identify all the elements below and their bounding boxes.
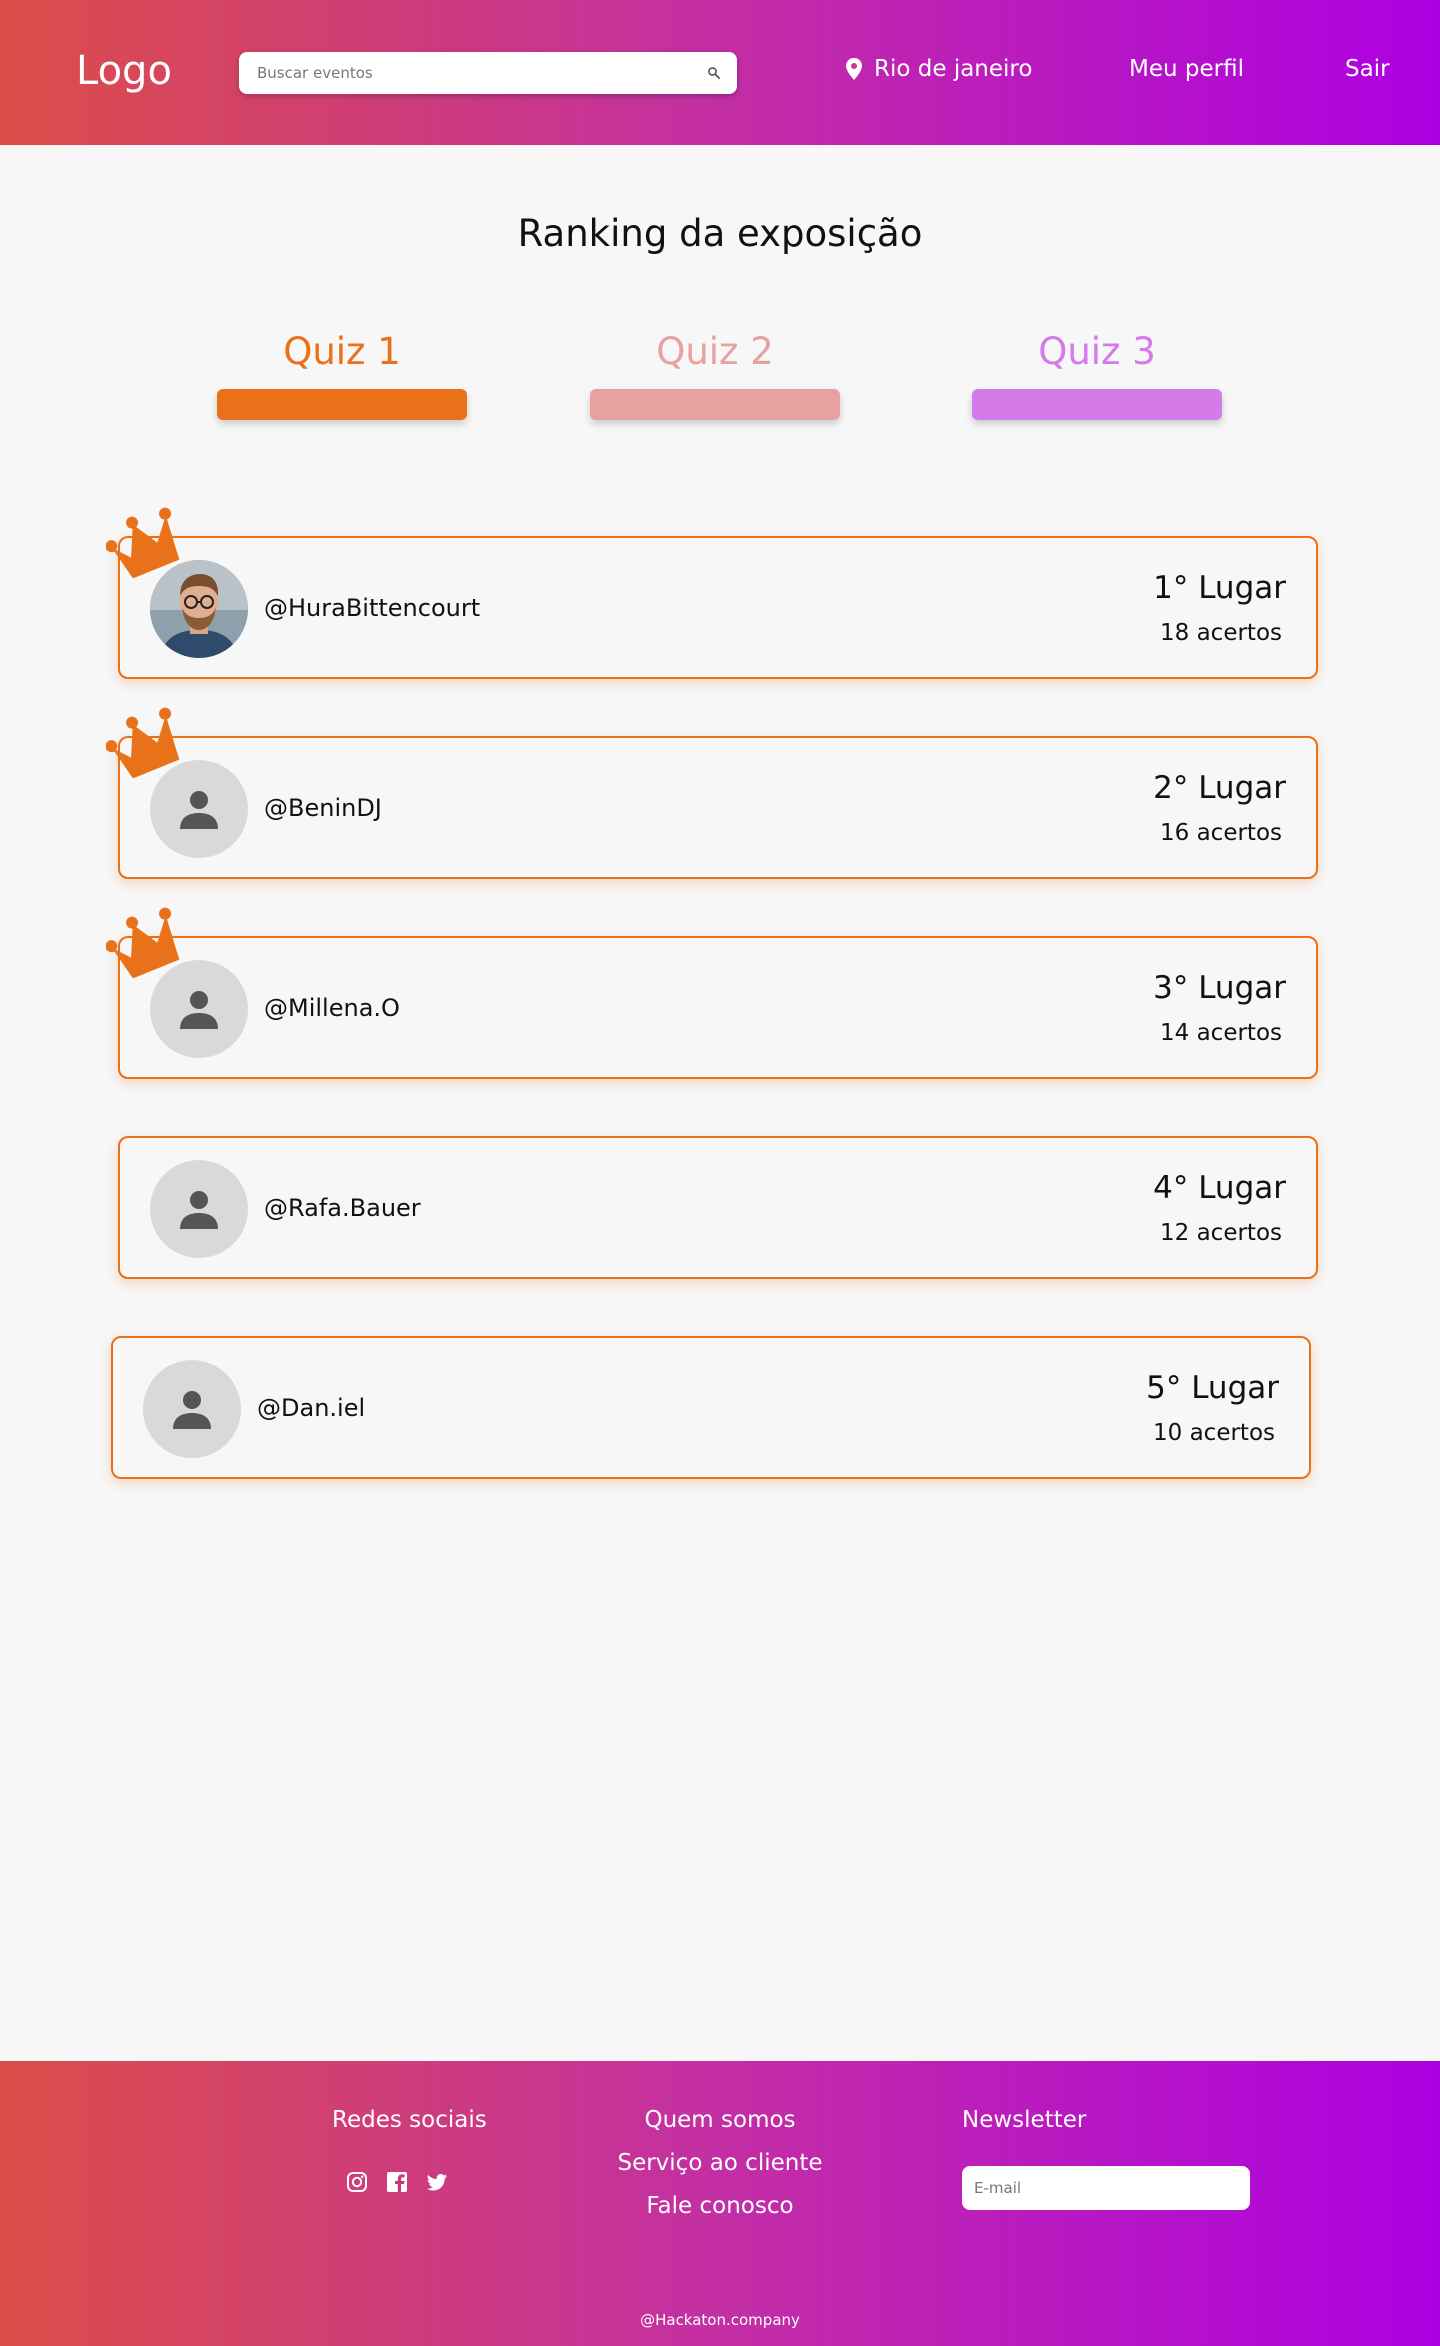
- tab-indicator: [972, 389, 1222, 420]
- avatar: [150, 960, 248, 1058]
- tab-indicator: [590, 389, 840, 420]
- ranking-card[interactable]: @HuraBittencourt 1° Lugar 18 acertos: [106, 507, 1318, 679]
- ranking-place: 5° Lugar: [1146, 1370, 1279, 1406]
- avatar: [150, 1160, 248, 1258]
- ranking-place: 4° Lugar: [1153, 1170, 1286, 1206]
- search-input[interactable]: [255, 63, 707, 83]
- tab-quiz-1[interactable]: Quiz 1: [217, 330, 467, 420]
- person-icon: [180, 791, 218, 829]
- ranking-card[interactable]: @BeninDJ 2° Lugar 16 acertos: [106, 707, 1318, 879]
- logo[interactable]: Logo: [76, 48, 172, 94]
- ranking-score: 14 acertos: [1160, 1020, 1282, 1046]
- username: @Rafa.Bauer: [264, 1194, 421, 1222]
- location-pin-icon: [844, 57, 864, 81]
- username: @Millena.O: [264, 994, 400, 1022]
- ranking-score: 12 acertos: [1160, 1220, 1282, 1246]
- tab-quiz-3[interactable]: Quiz 3: [972, 330, 1222, 420]
- email-field[interactable]: [972, 2178, 1240, 2198]
- ranking-place: 3° Lugar: [1153, 970, 1286, 1006]
- person-icon: [180, 991, 218, 1029]
- search-box[interactable]: [239, 52, 737, 94]
- avatar: [150, 760, 248, 858]
- ranking-card[interactable]: @Millena.O 3° Lugar 14 acertos: [106, 907, 1318, 1079]
- ranking-score: 18 acertos: [1160, 620, 1282, 646]
- tab-label: Quiz 3: [1038, 330, 1156, 373]
- location-label: Rio de janeiro: [874, 56, 1033, 82]
- footer-link-about[interactable]: Quem somos: [0, 2107, 1440, 2133]
- ranking-place: 2° Lugar: [1153, 770, 1286, 806]
- person-icon: [180, 1191, 218, 1229]
- ranking-place: 1° Lugar: [1153, 570, 1286, 606]
- username: @Dan.iel: [257, 1394, 366, 1422]
- username: @HuraBittencourt: [264, 594, 481, 622]
- tab-indicator: [217, 389, 467, 420]
- username: @BeninDJ: [264, 794, 382, 822]
- nav-profile-link[interactable]: Meu perfil: [1129, 56, 1244, 82]
- newsletter-email-box[interactable]: [962, 2166, 1250, 2210]
- header-bar: Logo Rio de janeiro Meu perfil Sair: [0, 0, 1440, 145]
- person-icon: [173, 1391, 211, 1429]
- user-photo: [150, 560, 248, 658]
- page-title: Ranking da exposição: [517, 212, 923, 255]
- search-icon[interactable]: [707, 66, 721, 80]
- ranking-card[interactable]: @Rafa.Bauer 4° Lugar 12 acertos: [118, 1136, 1318, 1279]
- avatar: [150, 560, 248, 658]
- tab-label: Quiz 2: [656, 330, 774, 373]
- ranking-score: 10 acertos: [1153, 1420, 1275, 1446]
- avatar: [143, 1360, 241, 1458]
- tab-label: Quiz 1: [283, 330, 401, 373]
- ranking-score: 16 acertos: [1160, 820, 1282, 846]
- copyright: @Hackaton.company: [640, 2311, 800, 2329]
- location-selector[interactable]: Rio de janeiro: [844, 56, 1032, 82]
- newsletter-heading: Newsletter: [962, 2107, 1087, 2133]
- tab-quiz-2[interactable]: Quiz 2: [590, 330, 840, 420]
- ranking-card[interactable]: @Dan.iel 5° Lugar 10 acertos: [111, 1336, 1311, 1479]
- nav-logout-link[interactable]: Sair: [1345, 56, 1390, 82]
- footer: Redes sociais Quem somos Serviço ao clie…: [0, 2061, 1440, 2346]
